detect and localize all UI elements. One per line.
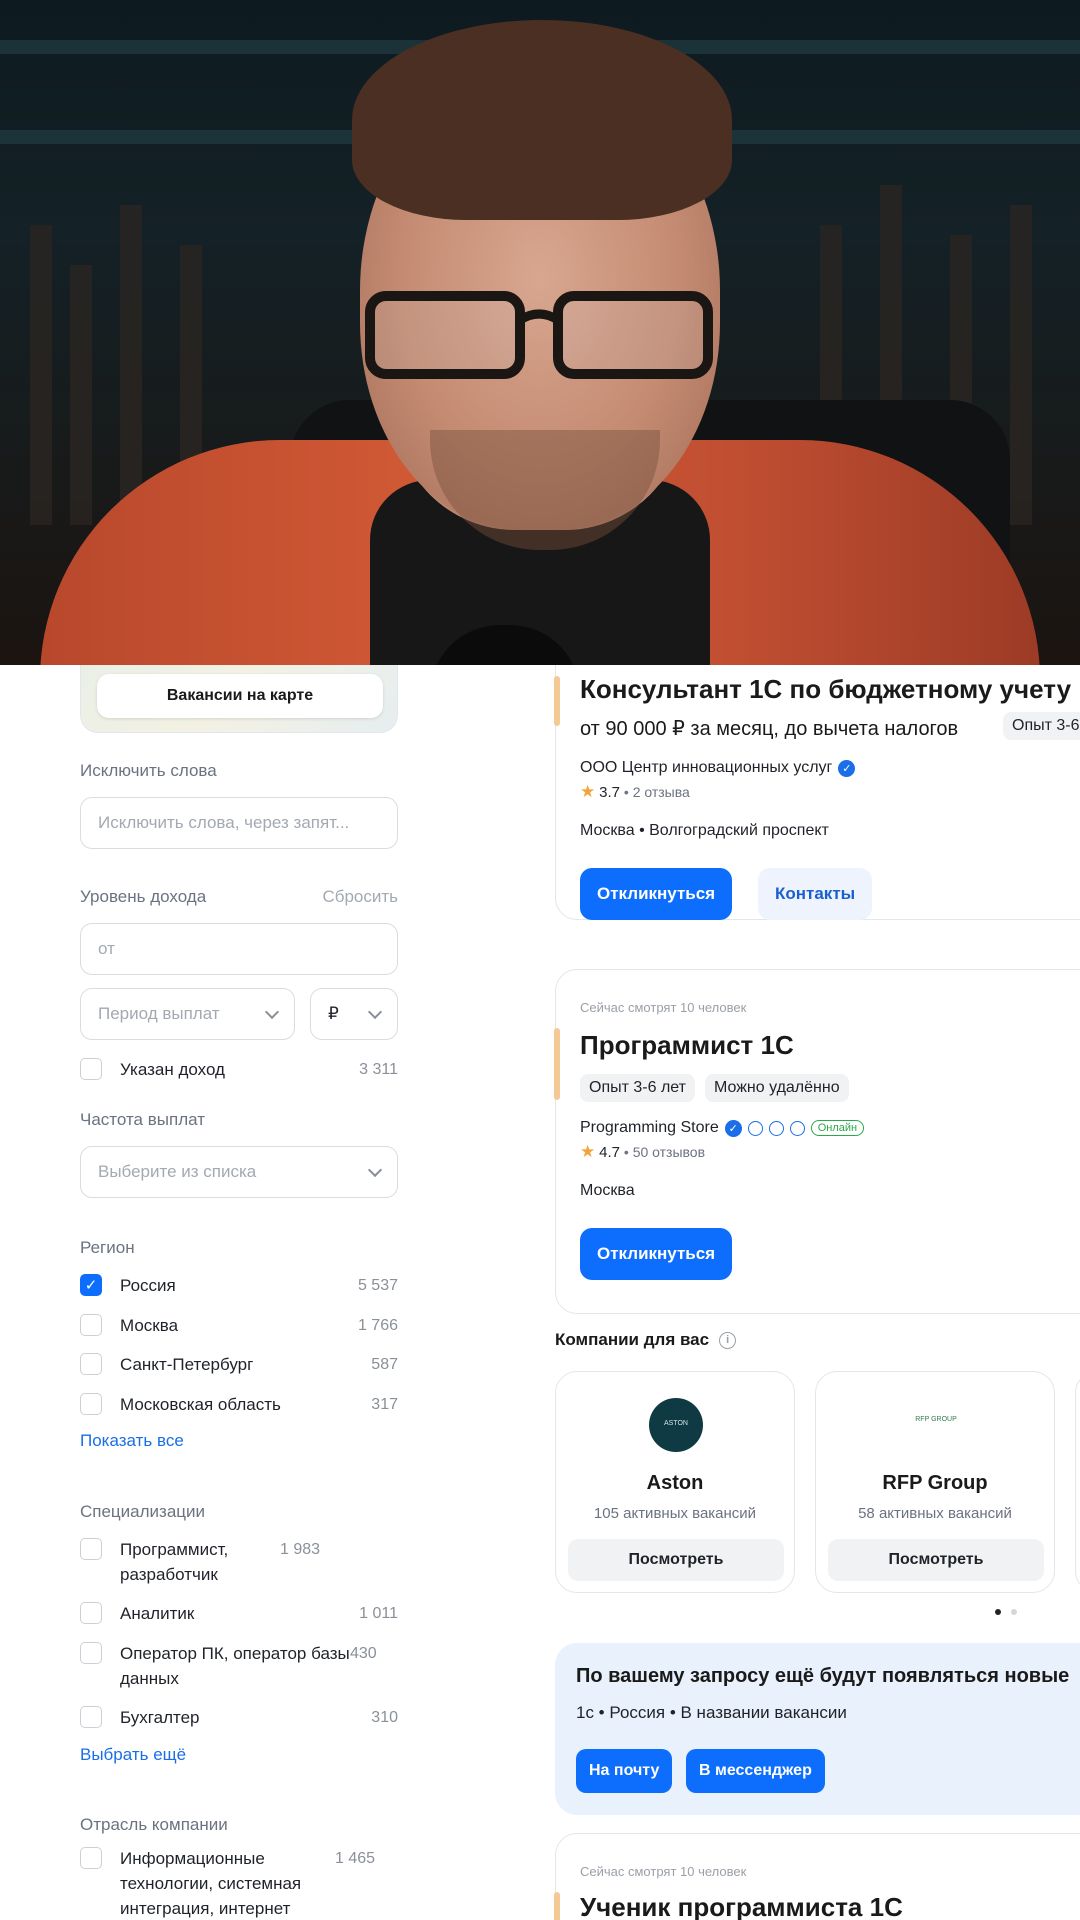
checkbox[interactable] [80, 1602, 102, 1624]
verified-icon: ✓ [724, 1119, 742, 1137]
income-specified-checkbox[interactable]: Указан доход 3 311 [80, 1057, 398, 1082]
company-name: RFP Group [882, 1472, 988, 1494]
specialization-item-analyst[interactable]: Аналитик 1 011 [80, 1601, 398, 1626]
payment-period-select[interactable]: Период выплат [80, 988, 295, 1040]
company-card-rfp-group[interactable]: RFP GROUP RFP Group 58 активных вакансий… [815, 1371, 1055, 1593]
region-item-moscow[interactable]: Москва 1 766 [80, 1313, 398, 1338]
region-label: Регион [80, 1238, 135, 1257]
experience-chip: Опыт 3-6 [1003, 712, 1080, 740]
badge-icon [789, 1120, 805, 1136]
carousel-dot[interactable] [1011, 1609, 1017, 1615]
watching-count: Сейчас смотрят 10 человек [580, 1864, 747, 1879]
vacancy-title[interactable]: Консультант 1С по бюджетному учету [580, 674, 1071, 705]
company-name[interactable]: Programming Store ✓ Онлайн [580, 1119, 865, 1137]
region-item-russia[interactable]: ✓ Россия 5 537 [80, 1273, 398, 1298]
industry-item-it[interactable]: Информационные технологии, системная инт… [80, 1846, 398, 1920]
map-vacancies-button[interactable]: Вакансии на карте [97, 674, 383, 718]
specialization-item-accountant[interactable]: Бухгалтер 310 [80, 1705, 398, 1730]
vacancy-title[interactable]: Программист 1С [580, 1030, 794, 1061]
carousel-dot[interactable] [995, 1609, 1001, 1615]
company-rating: ★ 4.7 • 50 отзывов [580, 1142, 706, 1161]
specializations-label: Специализации [80, 1502, 206, 1521]
industry-label: Отрасль компании [80, 1815, 228, 1834]
subscription-query: 1с • Россия • В названии вакансии [576, 1703, 847, 1722]
apply-button[interactable]: Откликнуться [580, 1228, 733, 1280]
exclude-words-label: Исключить слова [80, 761, 217, 780]
vacancy-card[interactable]: Сейчас смотрят 10 человек Ученик програм… [554, 1833, 1080, 1920]
vacancy-card[interactable]: Консультант 1С по бюджетному учету от 90… [554, 665, 1080, 920]
apply-button[interactable]: Откликнуться [580, 868, 733, 920]
checkbox[interactable] [80, 1353, 102, 1375]
specialization-item-programmer[interactable]: Программист, разработчик 1 983 [80, 1537, 398, 1587]
online-badge: Онлайн [810, 1120, 865, 1136]
badge-icon [747, 1120, 763, 1136]
region-item-moscow-oblast[interactable]: Московская область 317 [80, 1392, 398, 1417]
webcam-video [0, 0, 1080, 665]
vacancy-chips: Опыт 3-6 лет Можно удалённо [580, 1074, 849, 1102]
vacancy-card[interactable]: Сейчас смотрят 10 человек Программист 1С… [554, 969, 1080, 1314]
specialization-item-operator[interactable]: Оператор ПК, оператор базы данных 430 [80, 1641, 398, 1691]
vacancy-location: Москва • Волгоградский проспект [580, 822, 829, 839]
info-icon[interactable]: i [719, 1331, 737, 1349]
star-icon: ★ [580, 782, 596, 801]
active-vacancies-count: 105 активных вакансий [593, 1505, 757, 1522]
chevron-down-icon [367, 1004, 383, 1020]
checkbox[interactable] [80, 1538, 102, 1560]
company-name[interactable]: ООО Центр инновационных услуг ✓ [580, 759, 856, 777]
aston-logo: ASTON [649, 1398, 703, 1452]
star-icon: ★ [580, 1142, 596, 1161]
vacancy-title[interactable]: Ученик программиста 1С [580, 1892, 903, 1920]
currency-select[interactable]: ₽ [310, 988, 398, 1040]
vacancy-salary: от 90 000 ₽ за месяц, до вычета налогов [580, 718, 959, 740]
checkbox[interactable] [80, 1393, 102, 1415]
frequency-label: Частота выплат [80, 1110, 205, 1129]
checkbox[interactable] [80, 1847, 102, 1869]
verified-icon: ✓ [838, 759, 856, 777]
carousel-dots [995, 1609, 1017, 1615]
view-company-button[interactable]: Посмотреть [828, 1539, 1044, 1581]
specializations-more-link[interactable]: Выбрать ещё [80, 1745, 186, 1765]
checkbox[interactable] [80, 1058, 102, 1080]
glasses-icon [365, 291, 713, 379]
results-list: Консультант 1С по бюджетному учету от 90… [554, 665, 1080, 1920]
checkbox[interactable] [80, 1706, 102, 1728]
subscribe-email-button[interactable]: На почту [576, 1749, 673, 1793]
view-company-button[interactable]: Посмотреть [568, 1539, 784, 1581]
income-reset-link[interactable]: Сбросить [322, 887, 398, 907]
contacts-button[interactable]: Контакты [758, 868, 873, 920]
income-from-input[interactable]: от [80, 923, 398, 975]
company-card-aston[interactable]: ASTON Aston 105 активных вакансий Посмот… [555, 1371, 795, 1593]
company-card-partial[interactable] [1075, 1371, 1080, 1593]
income-label: Уровень дохода [80, 887, 207, 906]
chevron-down-icon [367, 1162, 383, 1178]
badge-icon [768, 1120, 784, 1136]
filters-panel: Вакансии на карте Исключить слова Исключ… [0, 665, 420, 1920]
company-rating: ★ 3.7 • 2 отзыва [580, 782, 690, 801]
person-hair [352, 20, 732, 220]
exclude-words-input[interactable]: Исключить слова, через запят... [80, 797, 398, 849]
frequency-select[interactable]: Выберите из списка [80, 1146, 398, 1198]
subscription-card: По вашему запросу ещё будут появляться н… [555, 1643, 1080, 1815]
experience-chip: Опыт 3-6 лет [580, 1074, 695, 1102]
map-preview: Вакансии на карте [80, 665, 398, 733]
vacancy-location: Москва [580, 1182, 635, 1199]
watching-count: Сейчас смотрят 10 человек [580, 1000, 747, 1015]
subscribe-messenger-button[interactable]: В мессенджер [686, 1749, 825, 1793]
chevron-down-icon [264, 1004, 280, 1020]
rfp-group-logo: RFP GROUP [909, 1398, 963, 1452]
region-item-spb[interactable]: Санкт-Петербург 587 [80, 1352, 398, 1377]
checkbox-checked-icon[interactable]: ✓ [80, 1274, 102, 1296]
company-name: Aston [646, 1472, 704, 1494]
companies-section-title: Компании для вас i [555, 1330, 737, 1350]
checkbox[interactable] [80, 1314, 102, 1336]
subscription-title: По вашему запросу ещё будут появляться н… [576, 1665, 1070, 1687]
job-search-page: Вакансии на карте Исключить слова Исключ… [0, 665, 1080, 1920]
checkbox[interactable] [80, 1642, 102, 1664]
region-show-all-link[interactable]: Показать все [80, 1431, 184, 1451]
active-vacancies-count: 58 активных вакансий [858, 1505, 1012, 1522]
remote-chip: Можно удалённо [704, 1074, 849, 1102]
